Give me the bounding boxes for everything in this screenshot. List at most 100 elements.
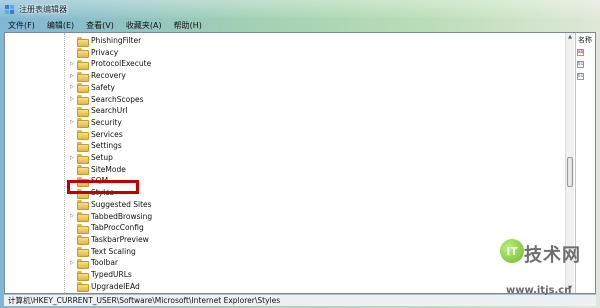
menu-edit[interactable]: 编辑(E) [47, 20, 74, 31]
expand-arrow-icon[interactable]: ▷ [69, 60, 75, 68]
binary-value-icon: 01 [577, 73, 584, 80]
folder-icon [77, 247, 89, 258]
tree-item[interactable]: ▷ Recovery [69, 70, 229, 82]
menu-favorites[interactable]: 收藏夹(A) [126, 20, 162, 31]
tree-item-label: SiteMode [91, 164, 126, 174]
selection-highlight-box [67, 180, 139, 194]
tree-item[interactable]: ▷ Setup [69, 152, 229, 164]
tree-guide-line [64, 33, 65, 293]
folder-icon [77, 212, 89, 222]
tree-item-label: Text Scaling [91, 246, 136, 256]
folder-icon [77, 200, 89, 211]
folder-icon [77, 59, 89, 70]
expand-arrow-icon[interactable]: ▷ [69, 72, 75, 80]
folder-icon [77, 36, 89, 47]
expand-arrow-icon[interactable]: ▷ [69, 95, 75, 103]
binary-value-icon: 01 [577, 61, 584, 68]
tree-item-label: Setup [91, 153, 113, 162]
expand-arrow-icon[interactable]: ▷ [69, 83, 75, 91]
registry-editor-icon [4, 4, 15, 15]
expand-arrow-icon[interactable]: ▷ [69, 259, 75, 267]
value-row[interactable]: ab [577, 49, 584, 56]
tree-item[interactable]: SearchUrl [69, 105, 229, 117]
watermark-url: www.itjs.cn [506, 285, 572, 296]
tree-item[interactable]: UpgradeIEAd [69, 281, 229, 293]
site-watermark: IT 技术网 www.itjs.cn [498, 235, 598, 305]
folder-icon [77, 83, 89, 94]
folder-icon [77, 130, 89, 141]
tree-item[interactable]: ▷ ProtocolExecute [69, 58, 229, 70]
tree-item-label: TypedURLs [91, 270, 132, 279]
tree-item[interactable]: ▷ Toolbar [69, 257, 229, 269]
tree-item[interactable]: ▷ Safety [69, 82, 229, 94]
expand-arrow-icon[interactable]: ▷ [69, 154, 75, 162]
expand-arrow-icon[interactable]: ▷ [69, 118, 75, 126]
tree-item[interactable]: TaskbarPreview [69, 234, 229, 246]
tree-item[interactable]: ▷ TabbedBrowsing [69, 211, 229, 222]
tree-item-label: UpgradeIEAd [91, 281, 140, 291]
tree-item-label: Suggested Sites [91, 199, 152, 209]
tree-item[interactable]: ▷ Security [69, 117, 229, 129]
scroll-thumb[interactable] [567, 157, 573, 187]
folder-icon [77, 153, 89, 164]
tree-item[interactable]: PhishingFilter [69, 35, 229, 47]
values-name-header[interactable]: 名称 [578, 35, 592, 45]
tree-item-label: TabbedBrowsing [91, 211, 153, 221]
folder-icon [77, 106, 89, 117]
tree-item[interactable]: Settings [69, 140, 229, 152]
folder-icon [77, 270, 89, 281]
folder-icon [77, 118, 89, 129]
tree-item[interactable]: SiteMode [69, 164, 229, 176]
folder-icon [77, 235, 89, 246]
title-bar: 注册表编辑器 [0, 0, 600, 18]
tree-item-label: Safety [91, 82, 115, 92]
expand-arrow-icon[interactable]: ▷ [69, 212, 75, 220]
folder-icon [77, 258, 89, 269]
registry-path: 计算机\HKEY_CURRENT_USER\Software\Microsoft… [8, 296, 281, 305]
tree-item-label: Settings [91, 141, 122, 151]
menu-view[interactable]: 查看(V) [86, 20, 114, 31]
tree-item[interactable]: Suggested Sites [69, 199, 229, 211]
tree-item[interactable]: TabProcConfig [69, 222, 229, 234]
menu-file[interactable]: 文件(F) [8, 20, 35, 31]
scroll-up-arrow-icon[interactable]: ▲ [566, 33, 574, 41]
tree-item-label: SearchUrl [91, 106, 128, 116]
tree-item-label: Recovery [91, 71, 126, 81]
tree-item[interactable]: ▷ SearchScopes [69, 94, 229, 105]
menu-bar: 文件(F) 编辑(E) 查看(V) 收藏夹(A) 帮助(H) [0, 18, 600, 32]
value-row[interactable]: 01 [577, 61, 584, 68]
folder-icon [77, 48, 89, 59]
folder-icon [77, 223, 89, 234]
tree-item-label: Services [91, 129, 123, 139]
tree-item-label: TaskbarPreview [91, 234, 149, 244]
window-title: 注册表编辑器 [19, 4, 67, 14]
folder-icon [77, 165, 89, 176]
folder-icon [77, 282, 89, 293]
watermark-logo-icon: IT [500, 239, 524, 263]
tree-item-label: PhishingFilter [91, 36, 142, 45]
tree-item-label: Toolbar [91, 258, 119, 268]
tree-item[interactable]: Services [69, 129, 229, 141]
tree-item[interactable]: Privacy [69, 47, 229, 59]
tree-item[interactable]: Text Scaling [69, 246, 229, 258]
value-row[interactable]: 01 [577, 73, 584, 80]
tree-item[interactable]: TypedURLs [69, 269, 229, 281]
tree-item-label: SearchScopes [91, 94, 144, 104]
registry-tree: PhishingFilter Privacy ▷ ProtocolExecute ▷ Re… [5, 33, 573, 293]
folder-icon [77, 141, 89, 152]
menu-help[interactable]: 帮助(H) [174, 20, 202, 31]
folder-icon [77, 71, 89, 82]
watermark-brand: 技术网 [524, 245, 581, 266]
tree-item-label: TabProcConfig [91, 223, 144, 233]
